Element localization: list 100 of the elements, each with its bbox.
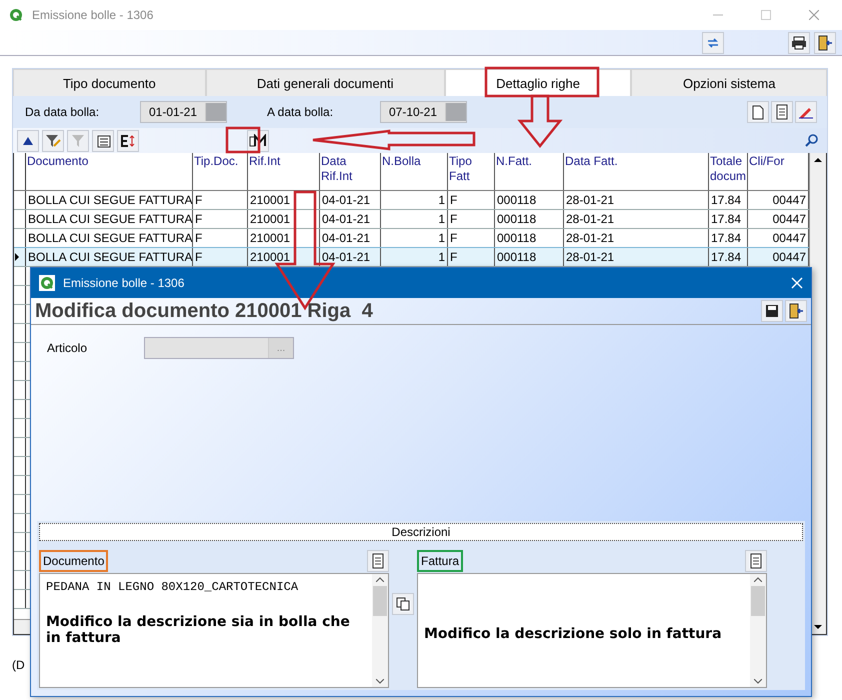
table-cell: F: [448, 191, 495, 209]
table-cell: F: [448, 248, 495, 266]
exit-button[interactable]: [814, 32, 836, 54]
tab[interactable]: Dati generali documenti: [206, 69, 445, 96]
document-icon: [775, 104, 789, 120]
save-button[interactable]: [761, 300, 783, 322]
table-cell: 17.84: [709, 248, 748, 266]
description-box[interactable]: PEDANA IN LEGNO 80X120_CARTOTECNICA Modifico la descrizione sia in bolla che in fattura: [39, 573, 389, 688]
exit-icon: [817, 34, 833, 50]
export-button[interactable]: [117, 130, 139, 152]
column-header[interactable]: N.Fatt.: [495, 153, 564, 190]
row-pointer-icon: [14, 253, 20, 261]
funnel-pencil-icon: [45, 134, 61, 148]
table-cell: F: [448, 210, 495, 228]
panel-label: Fattura: [417, 550, 464, 572]
scroll-down-icon[interactable]: [754, 679, 762, 684]
scrollbar-thumb[interactable]: [751, 586, 765, 616]
tab[interactable]: Dettaglio righe: [444, 69, 632, 96]
table-cell: 1: [381, 248, 448, 266]
triangle-up-icon: [22, 136, 34, 146]
table-row[interactable]: BOLLA CUI SEGUE FATTURA F 210001 04-01-21 1 F 000118 28-01-21 17.84 00447: [14, 248, 809, 267]
modify-icon: [249, 134, 267, 148]
exit-icon: [788, 303, 804, 319]
app-logo-icon: [8, 7, 24, 23]
table-row[interactable]: BOLLA CUI SEGUE FATTURA F 210001 04-01-21 1 F 000118 28-01-21 17.84 00447: [14, 191, 809, 210]
column-header[interactable]: Data Fatt.: [564, 153, 709, 190]
tab[interactable]: Opzioni sistema: [631, 69, 827, 96]
edit-document-button[interactable]: [771, 101, 793, 123]
swap-arrows-icon: [706, 36, 720, 50]
list-button[interactable]: [92, 130, 114, 152]
description-box[interactable]: Modifico la descrizione solo in fattura: [417, 573, 767, 688]
table-cell: 000118: [495, 191, 564, 209]
filter-edit-button[interactable]: [42, 130, 64, 152]
field-label: Articolo: [47, 341, 88, 355]
section-title: Descrizioni: [39, 523, 803, 541]
tab[interactable]: Tipo documento: [13, 69, 206, 96]
description-line: PEDANA IN LEGNO 80X120_CARTOTECNICA: [46, 580, 300, 594]
table-cell: 28-01-21: [564, 210, 709, 228]
table-cell: 210001: [248, 248, 320, 266]
table-cell: 28-01-21: [564, 248, 709, 266]
table-cell: 04-01-21: [320, 191, 381, 209]
table-cell: 1: [381, 210, 448, 228]
annotation-arrow: [517, 94, 563, 148]
table-cell: 17.84: [709, 210, 748, 228]
table-cell: 17.84: [709, 191, 748, 209]
vertical-scrollbar[interactable]: [372, 574, 388, 687]
date-field[interactable]: 01-01-21: [140, 101, 227, 123]
table-cell: BOLLA CUI SEGUE FATTURA: [26, 191, 193, 209]
close-icon: [809, 10, 819, 20]
table-cell: 1: [381, 191, 448, 209]
funnel-icon: [71, 134, 85, 148]
vertical-scrollbar[interactable]: [750, 574, 766, 687]
scroll-up-icon[interactable]: [754, 577, 762, 582]
column-header[interactable]: Data Rif.Int: [320, 153, 381, 190]
window-title: Emissione bolle - 1306: [32, 8, 154, 22]
notes-button[interactable]: [367, 550, 389, 572]
refresh-button[interactable]: [702, 32, 724, 54]
notepad-icon: [371, 553, 385, 569]
scroll-up-icon[interactable]: [376, 577, 384, 582]
table-cell: 28-01-21: [564, 191, 709, 209]
scrollbar-thumb[interactable]: [373, 586, 387, 616]
table-cell: 210001: [248, 191, 320, 209]
copy-button[interactable]: [392, 593, 414, 615]
pencil-icon: [798, 105, 814, 119]
table-cell: 04-01-21: [320, 248, 381, 266]
copy-icon: [396, 597, 410, 611]
date-label: A data bolla:: [267, 105, 334, 119]
table-cell: 000118: [495, 248, 564, 266]
date-label: Da data bolla:: [25, 105, 100, 119]
printer-icon: [791, 36, 807, 50]
close-icon[interactable]: [791, 277, 803, 289]
column-header[interactable]: Totale docum: [709, 153, 748, 190]
search-icon[interactable]: [805, 134, 819, 148]
table-row[interactable]: BOLLA CUI SEGUE FATTURA F 210001 04-01-21 1 F 000118 28-01-21 17.84 00447: [14, 229, 809, 248]
status-text: (D: [12, 658, 25, 672]
table-cell: F: [193, 248, 248, 266]
column-header[interactable]: Rif.Int: [248, 153, 320, 190]
column-header[interactable]: Tipo Fatt: [448, 153, 495, 190]
notepad-icon: [749, 553, 763, 569]
new-document-button[interactable]: [747, 101, 769, 123]
date-field[interactable]: 07-10-21: [380, 101, 467, 123]
table-cell: 000118: [495, 210, 564, 228]
exit-button[interactable]: [785, 300, 807, 322]
notes-button[interactable]: [745, 550, 767, 572]
table-cell: F: [193, 210, 248, 228]
table-cell: BOLLA CUI SEGUE FATTURA: [26, 248, 193, 266]
dialog-heading: Modifica documento 210001 Riga 4: [35, 300, 374, 322]
table-row[interactable]: BOLLA CUI SEGUE FATTURA F 210001 04-01-21 1 F 000118 28-01-21 17.84 00447: [14, 210, 809, 229]
dialog-title: Emissione bolle - 1306: [63, 276, 186, 290]
print-button[interactable]: [788, 32, 810, 54]
list-icon: [95, 134, 111, 148]
app-logo-icon: [39, 275, 55, 291]
blank-page-icon: [752, 104, 764, 120]
scroll-down-icon[interactable]: [376, 679, 384, 684]
column-header[interactable]: Documento: [26, 153, 193, 190]
sort-up-button[interactable]: [17, 130, 39, 152]
column-header[interactable]: N.Bolla: [381, 153, 448, 190]
description-note: Modifico la descrizione solo in fattura: [424, 626, 723, 642]
column-header[interactable]: Tip.Doc.: [193, 153, 248, 190]
delete-document-button[interactable]: [795, 101, 817, 123]
